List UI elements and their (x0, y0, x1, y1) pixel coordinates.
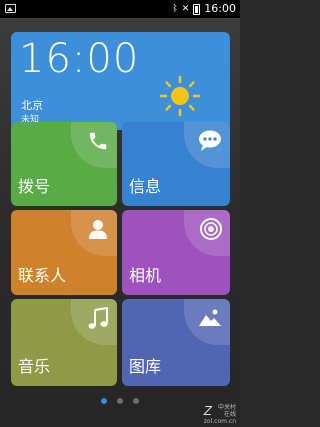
sun-icon (159, 75, 201, 117)
message-icon (199, 130, 221, 151)
weather-city: 北京 (21, 99, 43, 112)
tile-label: 拨号 (18, 177, 51, 196)
status-bar: ᛒ ✕ 16:00 (0, 0, 240, 18)
page-dot[interactable] (117, 398, 123, 404)
bluetooth-icon: ᛒ (172, 4, 178, 14)
tile-label: 信息 (129, 177, 162, 196)
tile-contacts[interactable]: 联系人 (11, 210, 117, 295)
page-dot[interactable] (101, 398, 107, 404)
tile-label: 联系人 (18, 266, 67, 285)
music-icon (88, 307, 108, 329)
watermark: Z 中关村在线 zol.com.cn (204, 404, 236, 425)
battery-icon (193, 3, 201, 15)
gallery-icon (199, 309, 221, 326)
tile-label: 相机 (129, 266, 162, 285)
status-icons: ᛒ ✕ 16:00 (172, 2, 236, 16)
tile-dialer[interactable]: 拨号 (11, 122, 117, 206)
image-notification-icon (5, 4, 16, 13)
page-dot[interactable] (133, 398, 139, 404)
tile-label: 图库 (129, 357, 162, 376)
clock-time: 16:00 (19, 36, 140, 82)
home-screen: 16:00 北京 未知 拨号 信息 联系人 相机 音乐 图库 Z 中关村在线 z… (0, 18, 240, 427)
status-time: 16:00 (204, 2, 236, 15)
tile-label: 音乐 (18, 357, 51, 376)
contact-icon (89, 220, 107, 239)
watermark-line2: zol.com.cn (203, 418, 236, 425)
no-signal-icon: ✕ (181, 4, 190, 14)
tile-music[interactable]: 音乐 (11, 299, 117, 386)
tile-camera[interactable]: 相机 (122, 210, 230, 295)
camera-icon (200, 218, 222, 240)
weather-clock-widget[interactable]: 16:00 北京 未知 (11, 32, 230, 130)
watermark-logo: Z (203, 404, 213, 418)
tile-messages[interactable]: 信息 (122, 122, 230, 206)
phone-icon (89, 132, 107, 150)
tile-gallery[interactable]: 图库 (122, 299, 230, 386)
